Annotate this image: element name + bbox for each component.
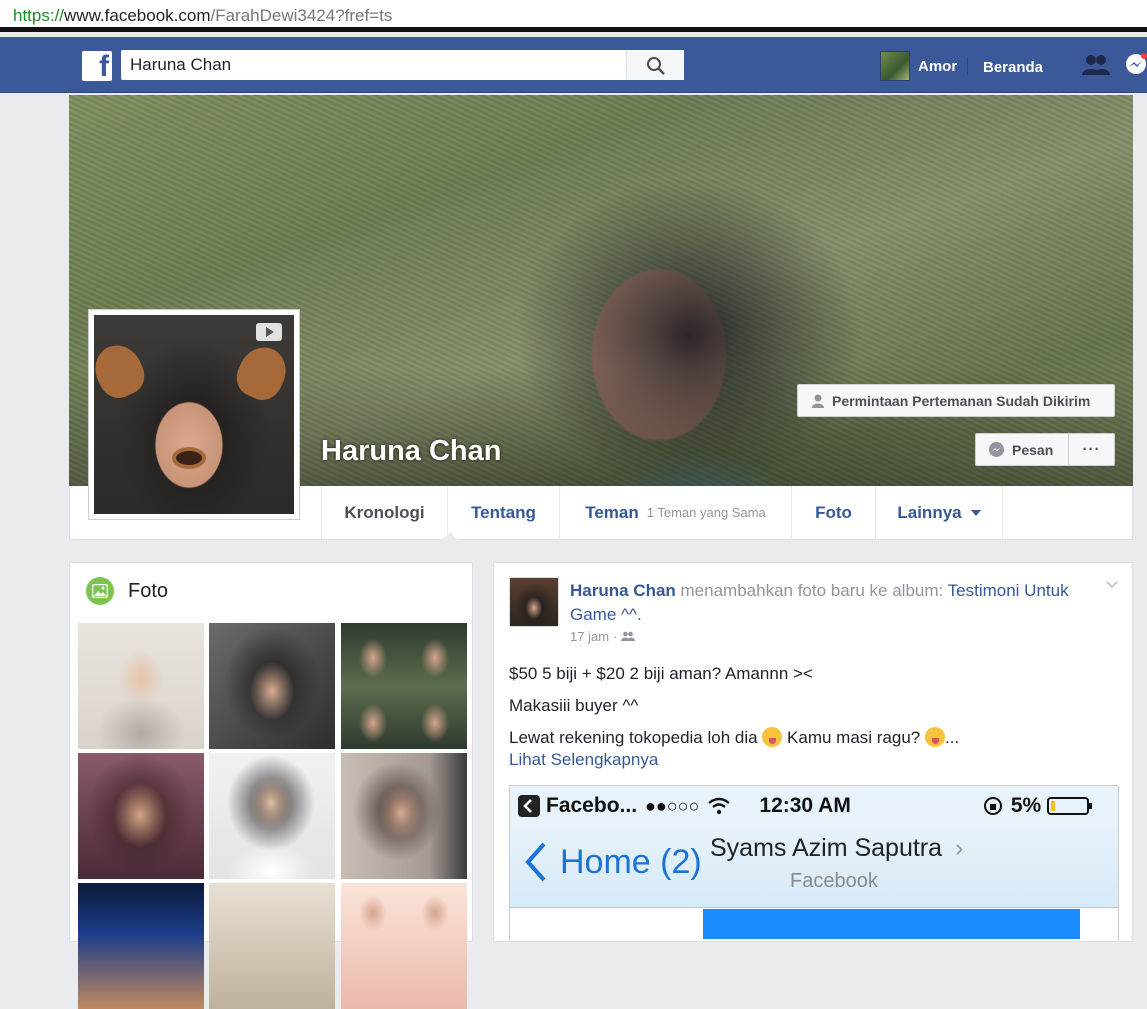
- phone-chat-name: Syams Azim Saputra: [710, 834, 943, 862]
- address-bar[interactable]: https://www.facebook.com/FarahDewi3424?f…: [0, 0, 1147, 32]
- chevron-right-icon: ›: [954, 834, 964, 862]
- active-tab-indicator: [442, 532, 458, 540]
- profile-picture[interactable]: [88, 309, 300, 520]
- friend-requests-icon[interactable]: [1081, 53, 1111, 82]
- photo-thumbnail[interactable]: [209, 623, 335, 749]
- photo-thumbnail[interactable]: [78, 883, 204, 1009]
- tab-label: Foto: [815, 502, 852, 522]
- url-protocol: https://: [13, 6, 65, 25]
- search-box: [121, 50, 684, 80]
- search-input[interactable]: [121, 50, 621, 80]
- photos-header[interactable]: Foto: [86, 577, 168, 605]
- post-timestamp[interactable]: 17 jam: [570, 629, 609, 644]
- back-arrow-icon: [518, 795, 540, 817]
- tab-lainnya[interactable]: Lainnya: [875, 486, 1003, 539]
- photo-thumbnail[interactable]: [209, 753, 335, 879]
- facebook-logo[interactable]: f: [82, 50, 112, 83]
- tongue-emoji-icon: [924, 727, 945, 747]
- phone-back-button: Home (2): [524, 842, 702, 882]
- dog-ear-filter: [94, 337, 151, 405]
- clock: 12:30 AM: [759, 794, 851, 817]
- phone-chat-title: Syams Azim Saputra ›: [710, 834, 963, 863]
- rotation-lock-icon: [983, 797, 1002, 815]
- tongue-emoji-icon: [762, 727, 783, 747]
- battery-percent: 5%: [1010, 794, 1042, 817]
- messenger-icon[interactable]: [1124, 53, 1147, 82]
- phone-chat-subtitle: Facebook: [790, 870, 878, 892]
- tab-teman[interactable]: Teman 1 Teman yang Sama: [559, 486, 791, 539]
- photos-title: Foto: [128, 579, 169, 602]
- caret-down-icon: [970, 509, 981, 516]
- chevron-down-icon[interactable]: [1106, 581, 1118, 589]
- add-friend-icon: [812, 394, 824, 408]
- post-text-line: Lewat rekening tokopedia loh dia Kamu ma…: [509, 727, 1109, 749]
- friend-request-label: Permintaan Pertemanan Sudah Dikirim: [832, 392, 1091, 409]
- photo-thumbnail[interactable]: [341, 883, 467, 1009]
- dog-ear-filter: [230, 339, 294, 407]
- photo-thumbnail[interactable]: [78, 753, 204, 879]
- search-button[interactable]: [626, 50, 684, 80]
- post-text-segment: ...: [944, 728, 960, 747]
- tab-label: Teman: [585, 502, 639, 522]
- message-label: Pesan: [1012, 441, 1054, 458]
- url-path: /FarahDewi3424?fref=ts: [210, 6, 393, 25]
- phone-nav-bar: Home (2) Syams Azim Saputra › Facebook: [510, 826, 1118, 908]
- tab-label: Kronologi: [344, 502, 425, 522]
- dog-nose-filter: [172, 447, 206, 469]
- wifi-icon: [708, 797, 731, 815]
- post-text-line: $50 5 biji + $20 2 biji aman? Amannn ><: [509, 664, 813, 683]
- message-bubble: [703, 909, 1080, 939]
- tab-kronologi[interactable]: Kronologi: [321, 486, 447, 539]
- friend-request-sent-button[interactable]: Permintaan Pertemanan Sudah Dikirim: [797, 384, 1115, 417]
- post-author-link[interactable]: Haruna Chan: [570, 581, 676, 600]
- see-more-link[interactable]: Lihat Selengkapnya: [509, 749, 1109, 771]
- photo-thumbnail[interactable]: [209, 883, 335, 1009]
- profile-name: Haruna Chan: [321, 435, 502, 467]
- photo-thumbnail[interactable]: [341, 623, 467, 749]
- post-header: Haruna Chan menambahkan foto baru ke alb…: [570, 579, 1100, 627]
- post-text-segment: Kamu masi ragu?: [782, 728, 925, 747]
- friends-audience-icon[interactable]: [621, 631, 636, 642]
- post-body: $50 5 biji + $20 2 biji aman? Amannn >< …: [509, 663, 1109, 781]
- message-button[interactable]: Pesan: [975, 433, 1070, 466]
- avatar: [880, 51, 910, 81]
- more-label: ···: [1082, 441, 1101, 458]
- post-author-avatar[interactable]: [509, 577, 559, 627]
- carrier-label: Facebo...: [546, 794, 638, 817]
- tab-label: Lainnya: [897, 502, 962, 522]
- post-meta: 17 jam ·: [570, 629, 636, 644]
- nav-home-link[interactable]: Beranda: [983, 59, 1043, 76]
- tab-foto[interactable]: Foto: [791, 486, 875, 539]
- search-icon: [647, 57, 665, 75]
- post-action-text: menambahkan foto baru ke album:: [675, 581, 948, 600]
- tab-tentang[interactable]: Tentang: [447, 486, 559, 539]
- timeline-post: Haruna Chan menambahkan foto baru ke alb…: [493, 562, 1133, 942]
- mutual-friends-count: 1 Teman yang Sama: [646, 505, 766, 520]
- tab-label: Tentang: [471, 502, 536, 522]
- signal-strength: ●●○○○: [645, 795, 700, 816]
- url-domain: www.facebook.com: [64, 6, 211, 25]
- nav-profile-link[interactable]: Amor: [880, 51, 957, 81]
- post-text-line: Makasiii buyer ^^: [509, 696, 639, 715]
- nav-divider: [967, 57, 968, 75]
- nav-user-name: Amor: [918, 57, 958, 75]
- video-icon: [256, 323, 282, 341]
- post-image[interactable]: Facebo... ●●○○○ 12:30 AM 5% Home (2) Sya…: [509, 785, 1119, 941]
- facebook-logo-letter: f: [99, 50, 109, 83]
- photo-thumbnail[interactable]: [78, 623, 204, 749]
- phone-status-bar: Facebo... ●●○○○ 12:30 AM 5%: [510, 786, 1118, 826]
- battery-icon: [1047, 797, 1093, 815]
- photos-panel: Foto: [69, 562, 473, 1009]
- post-text-segment: Lewat rekening tokopedia loh dia: [509, 728, 763, 747]
- more-options-button[interactable]: ···: [1068, 433, 1115, 466]
- photo-thumbnail[interactable]: [341, 753, 467, 879]
- chevron-left-icon: [525, 842, 546, 882]
- profile-picture-image: [94, 315, 294, 514]
- facebook-header: f Amor Beranda: [0, 37, 1147, 93]
- meta-separator: ·: [613, 629, 618, 644]
- phone-back-label: Home (2): [560, 842, 702, 881]
- messenger-icon: [989, 442, 1004, 457]
- photo-icon: [86, 577, 114, 605]
